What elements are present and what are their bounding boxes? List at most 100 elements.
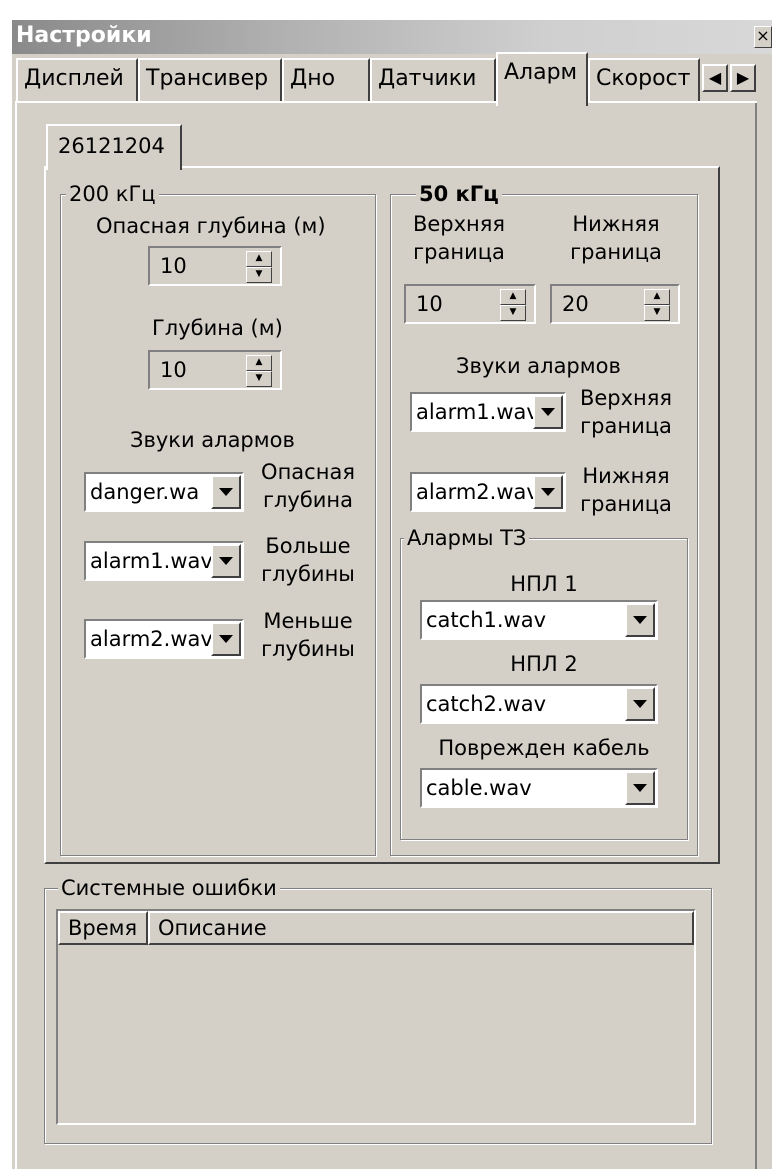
spin-down-icon: ▼ <box>255 373 263 383</box>
dropdown-button[interactable] <box>211 544 241 578</box>
lower-limit-label-1: Нижняя <box>572 212 660 236</box>
column-description-header[interactable]: Описание <box>148 911 694 945</box>
shallower-sound-label-1: Меньше <box>263 609 353 633</box>
errors-list[interactable] <box>56 945 696 1125</box>
chevron-down-icon <box>541 488 555 496</box>
shallower-sound-label-2: глубины <box>261 637 355 661</box>
deeper-sound-label-1: Больше <box>265 534 351 558</box>
npl2-sound-value: catch2.wav <box>426 692 547 716</box>
tab-label: Скорост <box>596 66 691 91</box>
tab-scroll-left-button[interactable]: ◀ <box>702 64 728 92</box>
danger-depth-label: Опасная глубина (м) <box>96 214 326 238</box>
spin-up-icon: ▲ <box>653 291 661 301</box>
tab-label: Трансивер <box>146 66 269 91</box>
npl1-label: НПЛ 1 <box>510 572 578 596</box>
shallower-sound-value: alarm2.wav <box>90 627 213 651</box>
lower-limit-spinner[interactable]: 20 ▲ ▼ <box>550 284 680 324</box>
group-tz-title: Алармы ТЗ <box>404 526 530 550</box>
tab-display[interactable]: Дисплей <box>16 58 138 102</box>
chevron-down-icon <box>633 700 647 708</box>
upper-limit-label-1: Верхняя <box>412 212 506 236</box>
subtab-device[interactable]: 26121204 <box>46 124 182 170</box>
tab-scroll-right-button[interactable]: ▶ <box>730 64 756 92</box>
dropdown-button[interactable] <box>533 395 563 429</box>
group-50khz-title: 50 кГц <box>416 182 502 206</box>
title-bar[interactable]: Настройки × <box>12 20 772 54</box>
danger-sound-select[interactable]: danger.wa <box>84 472 244 512</box>
sounds-label-200: Звуки алармов <box>130 428 295 452</box>
danger-depth-spinner[interactable]: 10 ▲ ▼ <box>148 246 282 286</box>
dropdown-button[interactable] <box>533 475 563 509</box>
spin-up-button[interactable]: ▲ <box>500 289 526 305</box>
dropdown-button[interactable] <box>625 687 655 721</box>
chevron-down-icon <box>219 557 233 565</box>
lower-limit-value: 20 <box>562 292 589 316</box>
group-200khz-title: 200 кГц <box>66 182 159 206</box>
tab-sensors[interactable]: Датчики <box>370 58 496 102</box>
upper-sound-value: alarm1.wav <box>416 400 539 424</box>
spin-down-button[interactable]: ▼ <box>644 305 670 321</box>
tab-speed[interactable]: Скорост <box>588 58 700 102</box>
lower-sound-label-2: граница <box>580 492 672 516</box>
tab-label: Дно <box>290 66 336 91</box>
spin-up-icon: ▲ <box>509 291 517 301</box>
tab-label: Датчики <box>378 66 477 91</box>
deeper-sound-value: alarm1.wav <box>90 549 213 573</box>
tab-bottom[interactable]: Дно <box>282 58 370 102</box>
npl1-sound-select[interactable]: catch1.wav <box>420 600 658 640</box>
spin-down-button[interactable]: ▼ <box>246 371 272 387</box>
lower-sound-label-1: Нижняя <box>582 464 670 488</box>
npl2-label: НПЛ 2 <box>510 652 578 676</box>
column-label: Время <box>68 916 138 940</box>
npl2-sound-select[interactable]: catch2.wav <box>420 684 658 724</box>
lower-sound-value: alarm2.wav <box>416 480 539 504</box>
cable-sound-select[interactable]: cable.wav <box>420 768 658 808</box>
upper-limit-label-2: граница <box>413 240 505 264</box>
deeper-sound-label-2: глубины <box>261 562 355 586</box>
spin-down-button[interactable]: ▼ <box>500 305 526 321</box>
upper-sound-label-1: Верхняя <box>579 386 673 410</box>
group-200khz <box>60 194 376 856</box>
spin-down-button[interactable]: ▼ <box>246 267 272 283</box>
tab-transceiver[interactable]: Трансивер <box>138 58 282 102</box>
depth-spinner[interactable]: 10 ▲ ▼ <box>148 350 282 390</box>
dropdown-button[interactable] <box>625 771 655 805</box>
dropdown-button[interactable] <box>211 622 241 656</box>
close-button[interactable]: × <box>754 26 772 48</box>
column-label: Описание <box>158 916 267 940</box>
cable-label: Поврежден кабель <box>438 736 650 760</box>
spin-down-icon: ▼ <box>653 307 661 317</box>
sounds-label-50: Звуки алармов <box>456 354 621 378</box>
tab-alarm[interactable]: Аларм <box>496 52 588 106</box>
errors-list-header: Время Описание <box>56 909 696 945</box>
column-time-header[interactable]: Время <box>58 911 148 945</box>
window-title: Настройки <box>16 23 152 48</box>
dropdown-button[interactable] <box>211 475 241 509</box>
chevron-down-icon <box>219 488 233 496</box>
upper-limit-value: 10 <box>416 292 443 316</box>
upper-sound-label-2: граница <box>580 414 672 438</box>
spin-up-button[interactable]: ▲ <box>644 289 670 305</box>
spin-up-button[interactable]: ▲ <box>246 251 272 267</box>
system-errors-title: Системные ошибки <box>58 876 280 900</box>
spin-up-icon: ▲ <box>255 357 263 367</box>
depth-label: Глубина (м) <box>152 316 283 340</box>
chevron-down-icon <box>219 635 233 643</box>
spin-down-icon: ▼ <box>509 307 517 317</box>
subtab-label: 26121204 <box>58 134 165 158</box>
danger-depth-value: 10 <box>160 254 187 278</box>
spin-up-button[interactable]: ▲ <box>246 355 272 371</box>
arrow-right-icon: ▶ <box>736 68 750 87</box>
lower-sound-select[interactable]: alarm2.wav <box>410 472 566 512</box>
deeper-sound-select[interactable]: alarm1.wav <box>84 541 244 581</box>
dropdown-button[interactable] <box>625 603 655 637</box>
danger-sound-value: danger.wa <box>90 480 200 504</box>
lower-limit-label-2: граница <box>570 240 662 264</box>
shallower-sound-select[interactable]: alarm2.wav <box>84 619 244 659</box>
chevron-down-icon <box>541 408 555 416</box>
spin-down-icon: ▼ <box>255 269 263 279</box>
upper-limit-spinner[interactable]: 10 ▲ ▼ <box>404 284 536 324</box>
upper-sound-select[interactable]: alarm1.wav <box>410 392 566 432</box>
danger-sound-label-1: Опасная <box>261 460 355 484</box>
arrow-left-icon: ◀ <box>708 68 722 87</box>
